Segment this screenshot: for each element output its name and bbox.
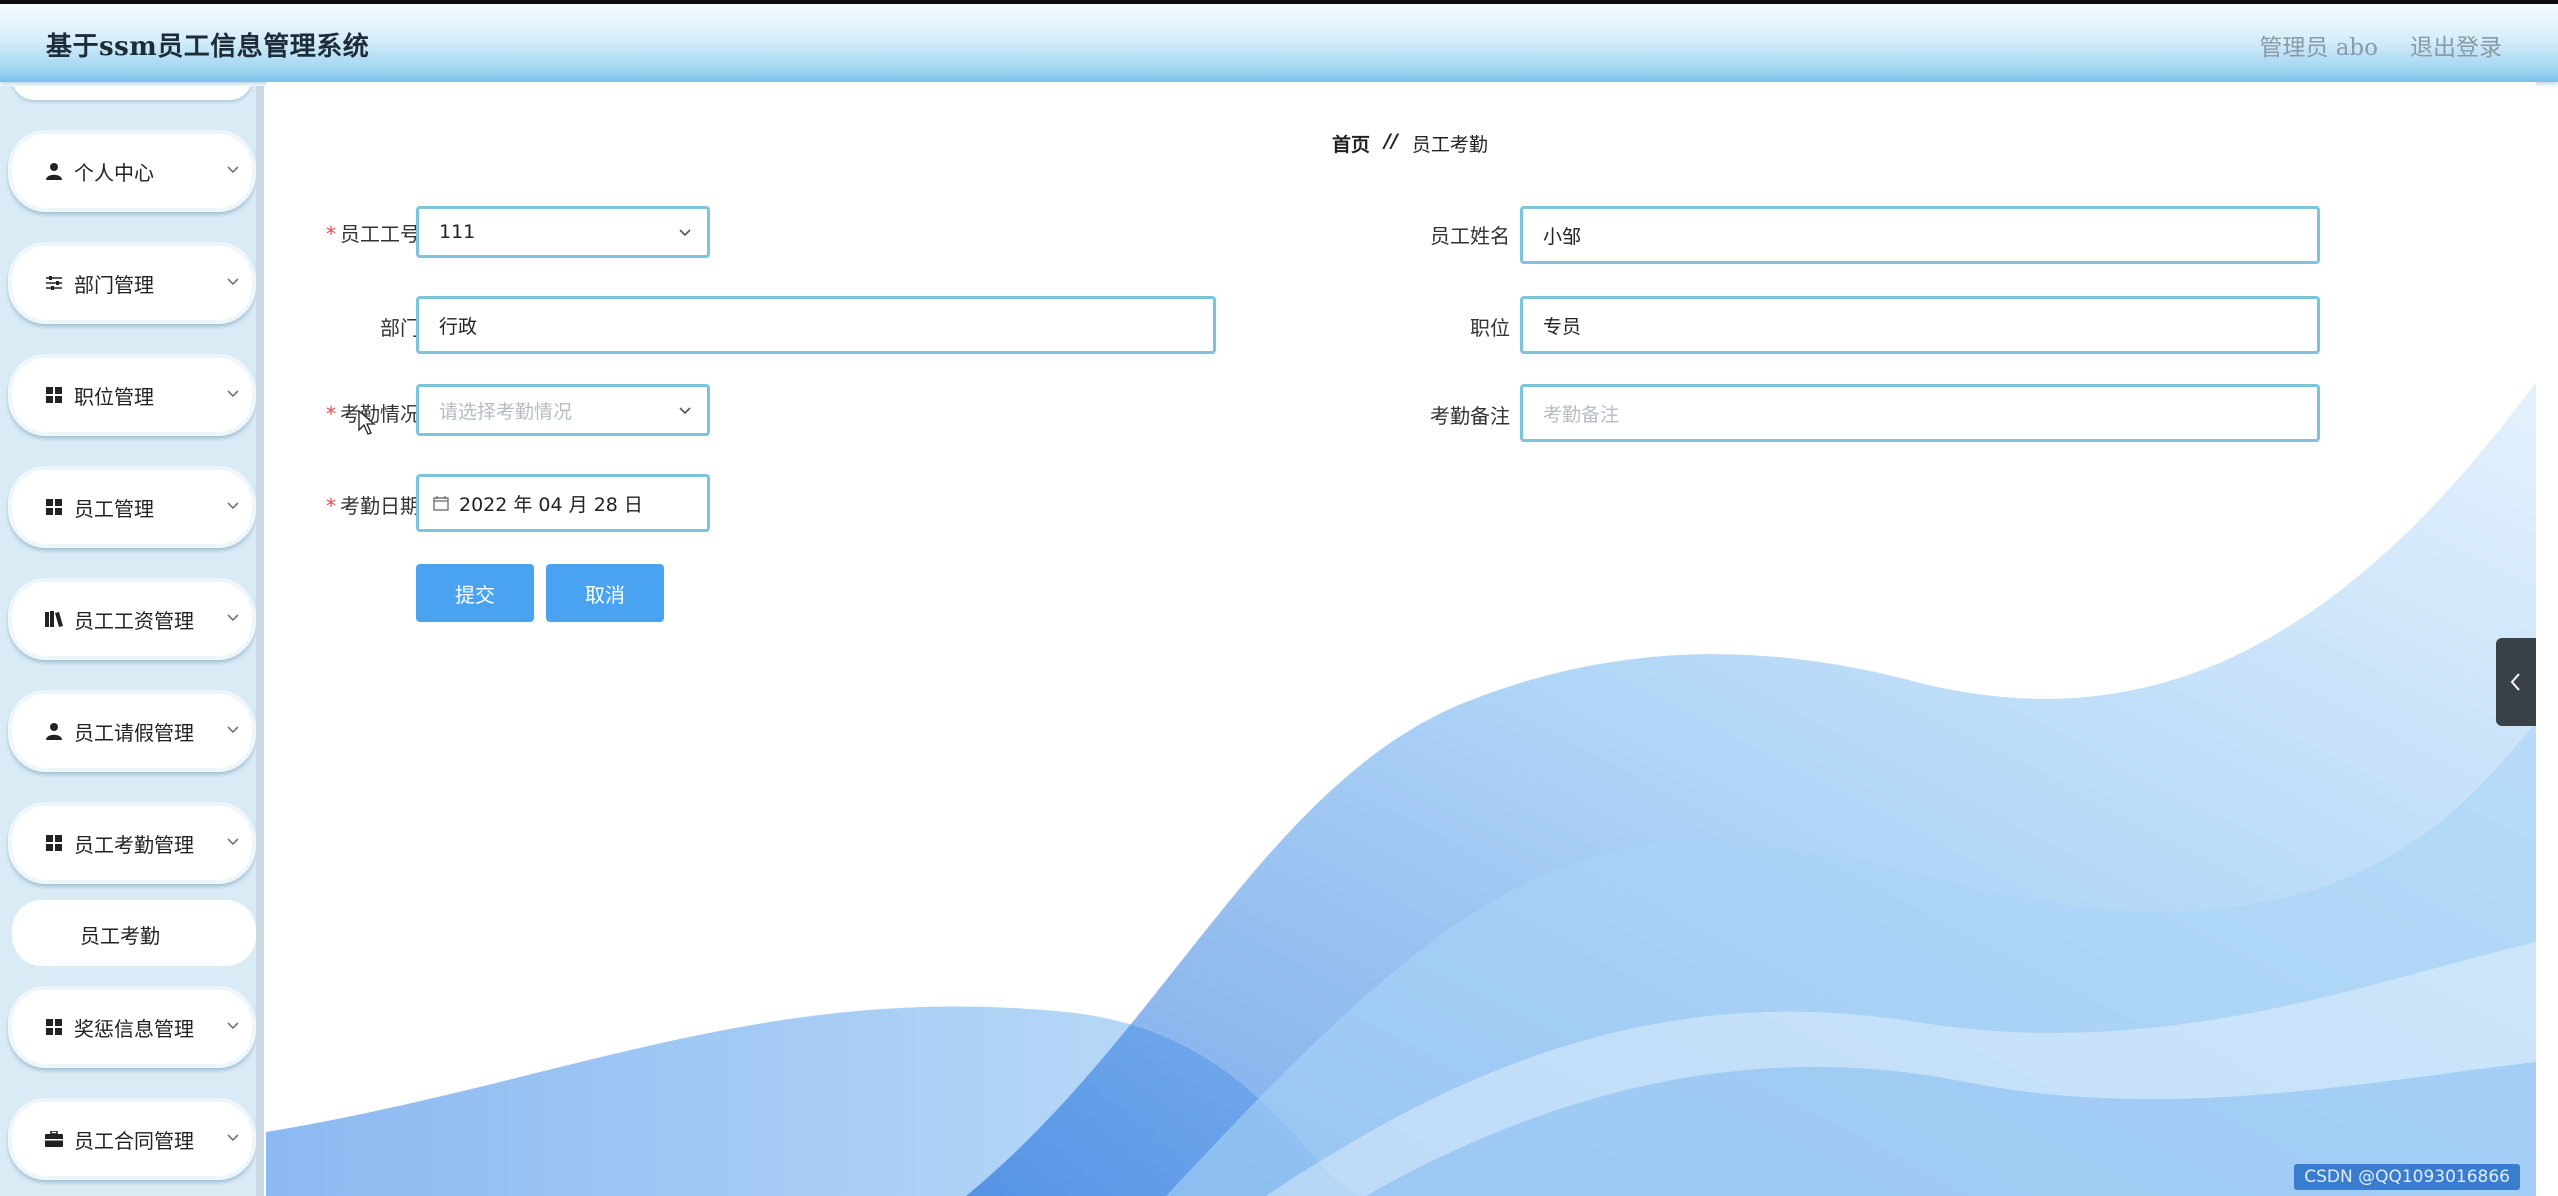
cancel-button[interactable]: 取消 [546, 564, 664, 622]
sidebar-item-label: 员工考勤管理 [74, 833, 194, 857]
grid-icon [44, 497, 64, 517]
grid-icon [44, 1017, 64, 1037]
attendance-note-input[interactable]: 考勤备注 [1520, 384, 2320, 442]
chevron-down-icon [227, 166, 239, 174]
attendance-status-select[interactable]: 请选择考勤情况 [416, 384, 710, 436]
attendance-note-label: 考勤备注 [1430, 404, 1510, 428]
attendance-date-value: 2022 年 04 月 28 日 [459, 493, 643, 516]
grid-icon [44, 833, 64, 853]
required-mark: * [326, 402, 336, 426]
user-icon [44, 721, 64, 741]
submit-button[interactable]: 提交 [416, 564, 534, 622]
attendance-note-placeholder: 考勤备注 [1543, 403, 1620, 426]
sidebar-item-label: 职位管理 [74, 385, 154, 409]
breadcrumb-home[interactable]: 首页 [1332, 130, 1370, 157]
sidebar-item-partial[interactable] [12, 86, 252, 100]
logout-link[interactable]: 退出登录 [2410, 28, 2502, 62]
grid-icon [44, 385, 64, 405]
department-value: 行政 [439, 315, 478, 338]
sidebar: 个人中心 部门管理 职位管理 员工管理 员工工资管理 员工请假管理 员工考勤管理… [0, 86, 264, 1196]
breadcrumb: 首页 // 员工考勤 [1332, 130, 1488, 157]
employee-no-label-text: 员工工号 [340, 222, 420, 246]
breadcrumb-separator: // [1384, 130, 1398, 152]
attendance-date-label-text: 考勤日期 [340, 494, 420, 518]
sidebar-item-personal-center[interactable]: 个人中心 [8, 130, 256, 212]
employee-no-value: 111 [439, 221, 476, 243]
employee-name-input[interactable]: 小邹 [1520, 206, 2320, 264]
chevron-left-icon [2510, 673, 2520, 691]
chevron-down-icon [227, 390, 239, 398]
calendar-icon [433, 496, 449, 511]
books-icon [44, 609, 64, 629]
attendance-date-picker[interactable]: 2022 年 04 月 28 日 [416, 474, 710, 532]
sidebar-item-salary[interactable]: 员工工资管理 [8, 578, 256, 660]
department-label: 部门 [380, 316, 420, 340]
top-header: 基于ssm员工信息管理系统 管理员 abo 退出登录 [0, 4, 2558, 82]
sidebar-item-leave[interactable]: 员工请假管理 [8, 690, 256, 772]
chevron-down-icon [227, 726, 239, 734]
chevron-down-icon [227, 502, 239, 510]
position-label: 职位 [1470, 316, 1510, 340]
side-panel-toggle[interactable] [2496, 638, 2536, 726]
sidebar-scrollbar[interactable] [256, 86, 264, 1196]
chevron-down-icon [227, 278, 239, 286]
sliders-icon [44, 273, 64, 293]
sidebar-item-department[interactable]: 部门管理 [8, 242, 256, 324]
mouse-cursor-icon [358, 410, 376, 435]
briefcase-icon [44, 1129, 64, 1149]
sidebar-subitem-label: 员工考勤 [80, 924, 160, 948]
sidebar-item-label: 个人中心 [74, 161, 154, 185]
sidebar-item-label: 部门管理 [74, 273, 154, 297]
chevron-down-icon [227, 838, 239, 846]
department-input[interactable]: 行政 [416, 296, 1216, 354]
position-input[interactable]: 专员 [1520, 296, 2320, 354]
required-mark: * [326, 494, 336, 518]
chevron-down-icon [227, 1022, 239, 1030]
employee-no-select[interactable]: 111 [416, 206, 710, 258]
sidebar-item-label: 员工合同管理 [74, 1129, 194, 1153]
attendance-status-placeholder: 请选择考勤情况 [439, 400, 573, 423]
attendance-date-label: * 考勤日期 [310, 490, 420, 519]
required-mark: * [326, 222, 336, 246]
chevron-down-icon [679, 229, 691, 237]
employee-name-label: 员工姓名 [1430, 224, 1510, 248]
user-icon [44, 161, 64, 181]
chevron-down-icon [227, 614, 239, 622]
admin-user-label[interactable]: 管理员 abo [2259, 28, 2378, 62]
sidebar-item-label: 员工请假管理 [74, 721, 194, 745]
position-value: 专员 [1543, 315, 1582, 338]
sidebar-item-position[interactable]: 职位管理 [8, 354, 256, 436]
breadcrumb-current: 员工考勤 [1411, 134, 1488, 156]
sidebar-subitem-attendance[interactable]: 员工考勤 [12, 900, 256, 966]
header-user-area: 管理员 abo 退出登录 [2259, 28, 2502, 62]
sidebar-item-label: 员工管理 [74, 497, 154, 521]
sidebar-item-label: 员工工资管理 [74, 609, 194, 633]
chevron-down-icon [679, 407, 691, 415]
app-title: 基于ssm员工信息管理系统 [46, 32, 370, 62]
watermark: CSDN @QQ1093016866 [2294, 1164, 2520, 1190]
main-content: 首页 // 员工考勤 * 员工工号 111 员工姓名 小邹 部门 行政 职位 专员… [266, 82, 2536, 1196]
employee-no-label: * 员工工号 [310, 218, 420, 247]
chevron-down-icon [227, 1134, 239, 1142]
attendance-status-label-text: 考勤情况 [340, 402, 420, 426]
sidebar-item-contract[interactable]: 员工合同管理 [8, 1098, 256, 1180]
employee-name-value: 小邹 [1543, 225, 1582, 248]
sidebar-item-employee[interactable]: 员工管理 [8, 466, 256, 548]
sidebar-item-attendance[interactable]: 员工考勤管理 [8, 802, 256, 884]
sidebar-item-label: 奖惩信息管理 [74, 1017, 194, 1041]
sidebar-item-rewards[interactable]: 奖惩信息管理 [8, 986, 256, 1068]
